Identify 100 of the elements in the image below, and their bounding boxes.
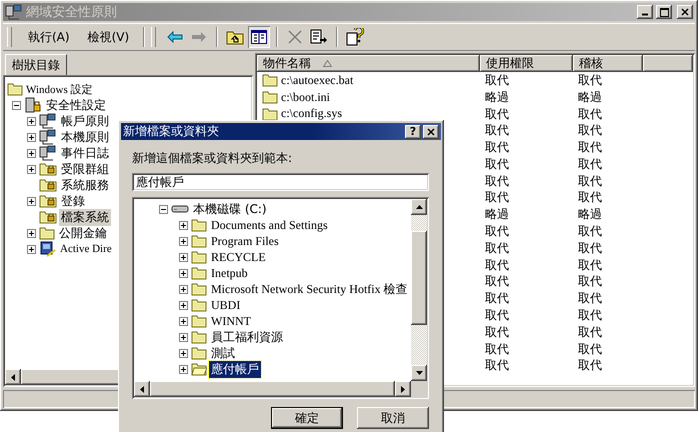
maximize-icon (660, 8, 668, 16)
folder-icon (191, 314, 207, 328)
expand-icon[interactable] (179, 236, 188, 246)
right-arrow-icon (401, 386, 405, 392)
expand-icon[interactable] (27, 132, 36, 142)
tree-item[interactable]: 受限群組 (59, 160, 111, 178)
scroll-left-button[interactable] (134, 381, 150, 397)
scroll-down-button[interactable] (411, 365, 427, 381)
table-cell: 取代 (485, 256, 509, 274)
computers-icon (39, 129, 57, 145)
server-lock-icon (24, 97, 42, 113)
scroll-right-button[interactable] (395, 381, 411, 397)
locked-folder-icon (39, 194, 57, 208)
tree-item[interactable]: Windows 設定 (25, 82, 94, 96)
table-cell: 取代 (485, 273, 509, 290)
menu-item[interactable]: 檢視(V) (80, 26, 138, 48)
file-name: c:\boot.ini (281, 90, 330, 105)
dialog-button[interactable]: 確定 (271, 407, 343, 429)
tree-pane-icon (251, 30, 268, 44)
close-button[interactable] (423, 124, 439, 138)
table-cell: 取代 (485, 72, 509, 89)
menu-item[interactable]: 執行(A) (20, 26, 78, 48)
table-cell: 取代 (485, 357, 509, 374)
file-name: c:\config.sys (281, 106, 342, 122)
tree-item[interactable]: UBDI (209, 298, 242, 312)
tree-item[interactable]: Documents and Settings (209, 218, 330, 232)
expand-icon[interactable] (179, 284, 188, 294)
expand-icon[interactable] (179, 316, 188, 326)
scroll-up-button[interactable] (411, 199, 427, 215)
expand-icon[interactable] (27, 196, 36, 206)
folder-icon (191, 234, 207, 248)
tree-item[interactable]: 本機原則 (59, 128, 111, 146)
minimize-button[interactable] (637, 5, 653, 19)
help-tool-button[interactable] (344, 26, 366, 48)
column-header[interactable]: 稽核 (573, 55, 643, 72)
tree-item[interactable]: Program Files (209, 234, 281, 248)
expand-icon[interactable] (179, 300, 188, 310)
collapse-icon[interactable] (12, 100, 21, 110)
back-arrow-icon (167, 31, 184, 43)
locked-folder-icon (39, 178, 57, 192)
tree-item[interactable]: 應付帳戶 (209, 360, 261, 378)
close-button[interactable] (677, 5, 693, 19)
name-field[interactable]: 應付帳戶 (132, 173, 429, 191)
tree-item[interactable]: 事件日誌 (59, 144, 111, 162)
maximize-button[interactable] (656, 5, 672, 19)
tree-item[interactable]: Microsoft Network Security Hotfix 檢查 (209, 280, 410, 298)
expand-icon[interactable] (27, 244, 36, 254)
folder-icon (7, 82, 23, 96)
expand-icon[interactable] (179, 348, 188, 358)
tree-item[interactable]: 帳戶原則 (59, 112, 111, 130)
expand-icon[interactable] (179, 252, 188, 262)
dialog-title: 新增檔案或資料夾 (123, 123, 220, 140)
tree-item[interactable]: Active Dire (59, 243, 113, 255)
up-arrow-icon (416, 205, 422, 209)
expand-icon[interactable] (27, 148, 36, 158)
expand-icon[interactable] (179, 332, 188, 342)
expand-icon[interactable] (179, 268, 188, 278)
expand-icon[interactable] (27, 116, 36, 126)
table-cell: 取代 (485, 290, 509, 308)
tree-item[interactable]: 公開金鑰 (57, 224, 109, 242)
tree-item[interactable]: 登錄 (59, 192, 87, 210)
table-cell: 取代 (485, 156, 509, 173)
directory-book-icon (39, 241, 57, 257)
expand-icon[interactable] (27, 228, 36, 238)
tree-item[interactable]: RECYCLE (209, 250, 268, 264)
tree-item[interactable]: 安全性設定 (44, 96, 108, 114)
vertical-scrollbar[interactable] (411, 199, 427, 381)
scroll-thumb[interactable] (150, 381, 395, 397)
expand-icon[interactable] (179, 220, 188, 230)
help-button[interactable]: ? (405, 124, 421, 138)
drive-icon (171, 204, 189, 214)
dialog-button[interactable]: 取消 (357, 407, 429, 429)
computers-icon (39, 145, 57, 161)
folder-icon (262, 90, 278, 104)
left-arrow-icon (11, 374, 15, 380)
left-arrow-icon (140, 386, 144, 392)
folder-icon (39, 226, 55, 240)
table-cell: 取代 (485, 189, 509, 206)
expand-icon[interactable] (179, 364, 188, 374)
horizontal-scrollbar[interactable] (134, 381, 427, 397)
down-arrow-icon (416, 371, 422, 375)
computers-icon (39, 113, 57, 129)
tree-tool-button[interactable] (248, 26, 270, 48)
scroll-left-button[interactable] (5, 369, 21, 385)
table-cell: 取代 (578, 172, 602, 190)
tree-item[interactable]: WINNT (209, 314, 253, 328)
tree-item[interactable]: 測試 (209, 344, 237, 362)
table-cell: 取代 (578, 307, 602, 324)
tree-item[interactable]: 員工福利資源 (209, 328, 285, 346)
column-header[interactable]: 使用權限 (480, 55, 573, 72)
tree-item[interactable]: 檔案系統 (59, 208, 111, 226)
expand-icon[interactable] (27, 164, 36, 174)
table-cell: 取代 (578, 106, 602, 122)
close-icon (681, 8, 689, 16)
tree-item[interactable]: 本機磁碟 (C:) (191, 200, 269, 218)
collapse-icon[interactable] (159, 204, 168, 214)
scroll-thumb[interactable] (411, 231, 427, 325)
column-header[interactable]: 物件名稱 (257, 55, 480, 72)
tree-item[interactable]: Inetpub (209, 266, 250, 280)
tree-item[interactable]: 系統服務 (59, 176, 111, 194)
